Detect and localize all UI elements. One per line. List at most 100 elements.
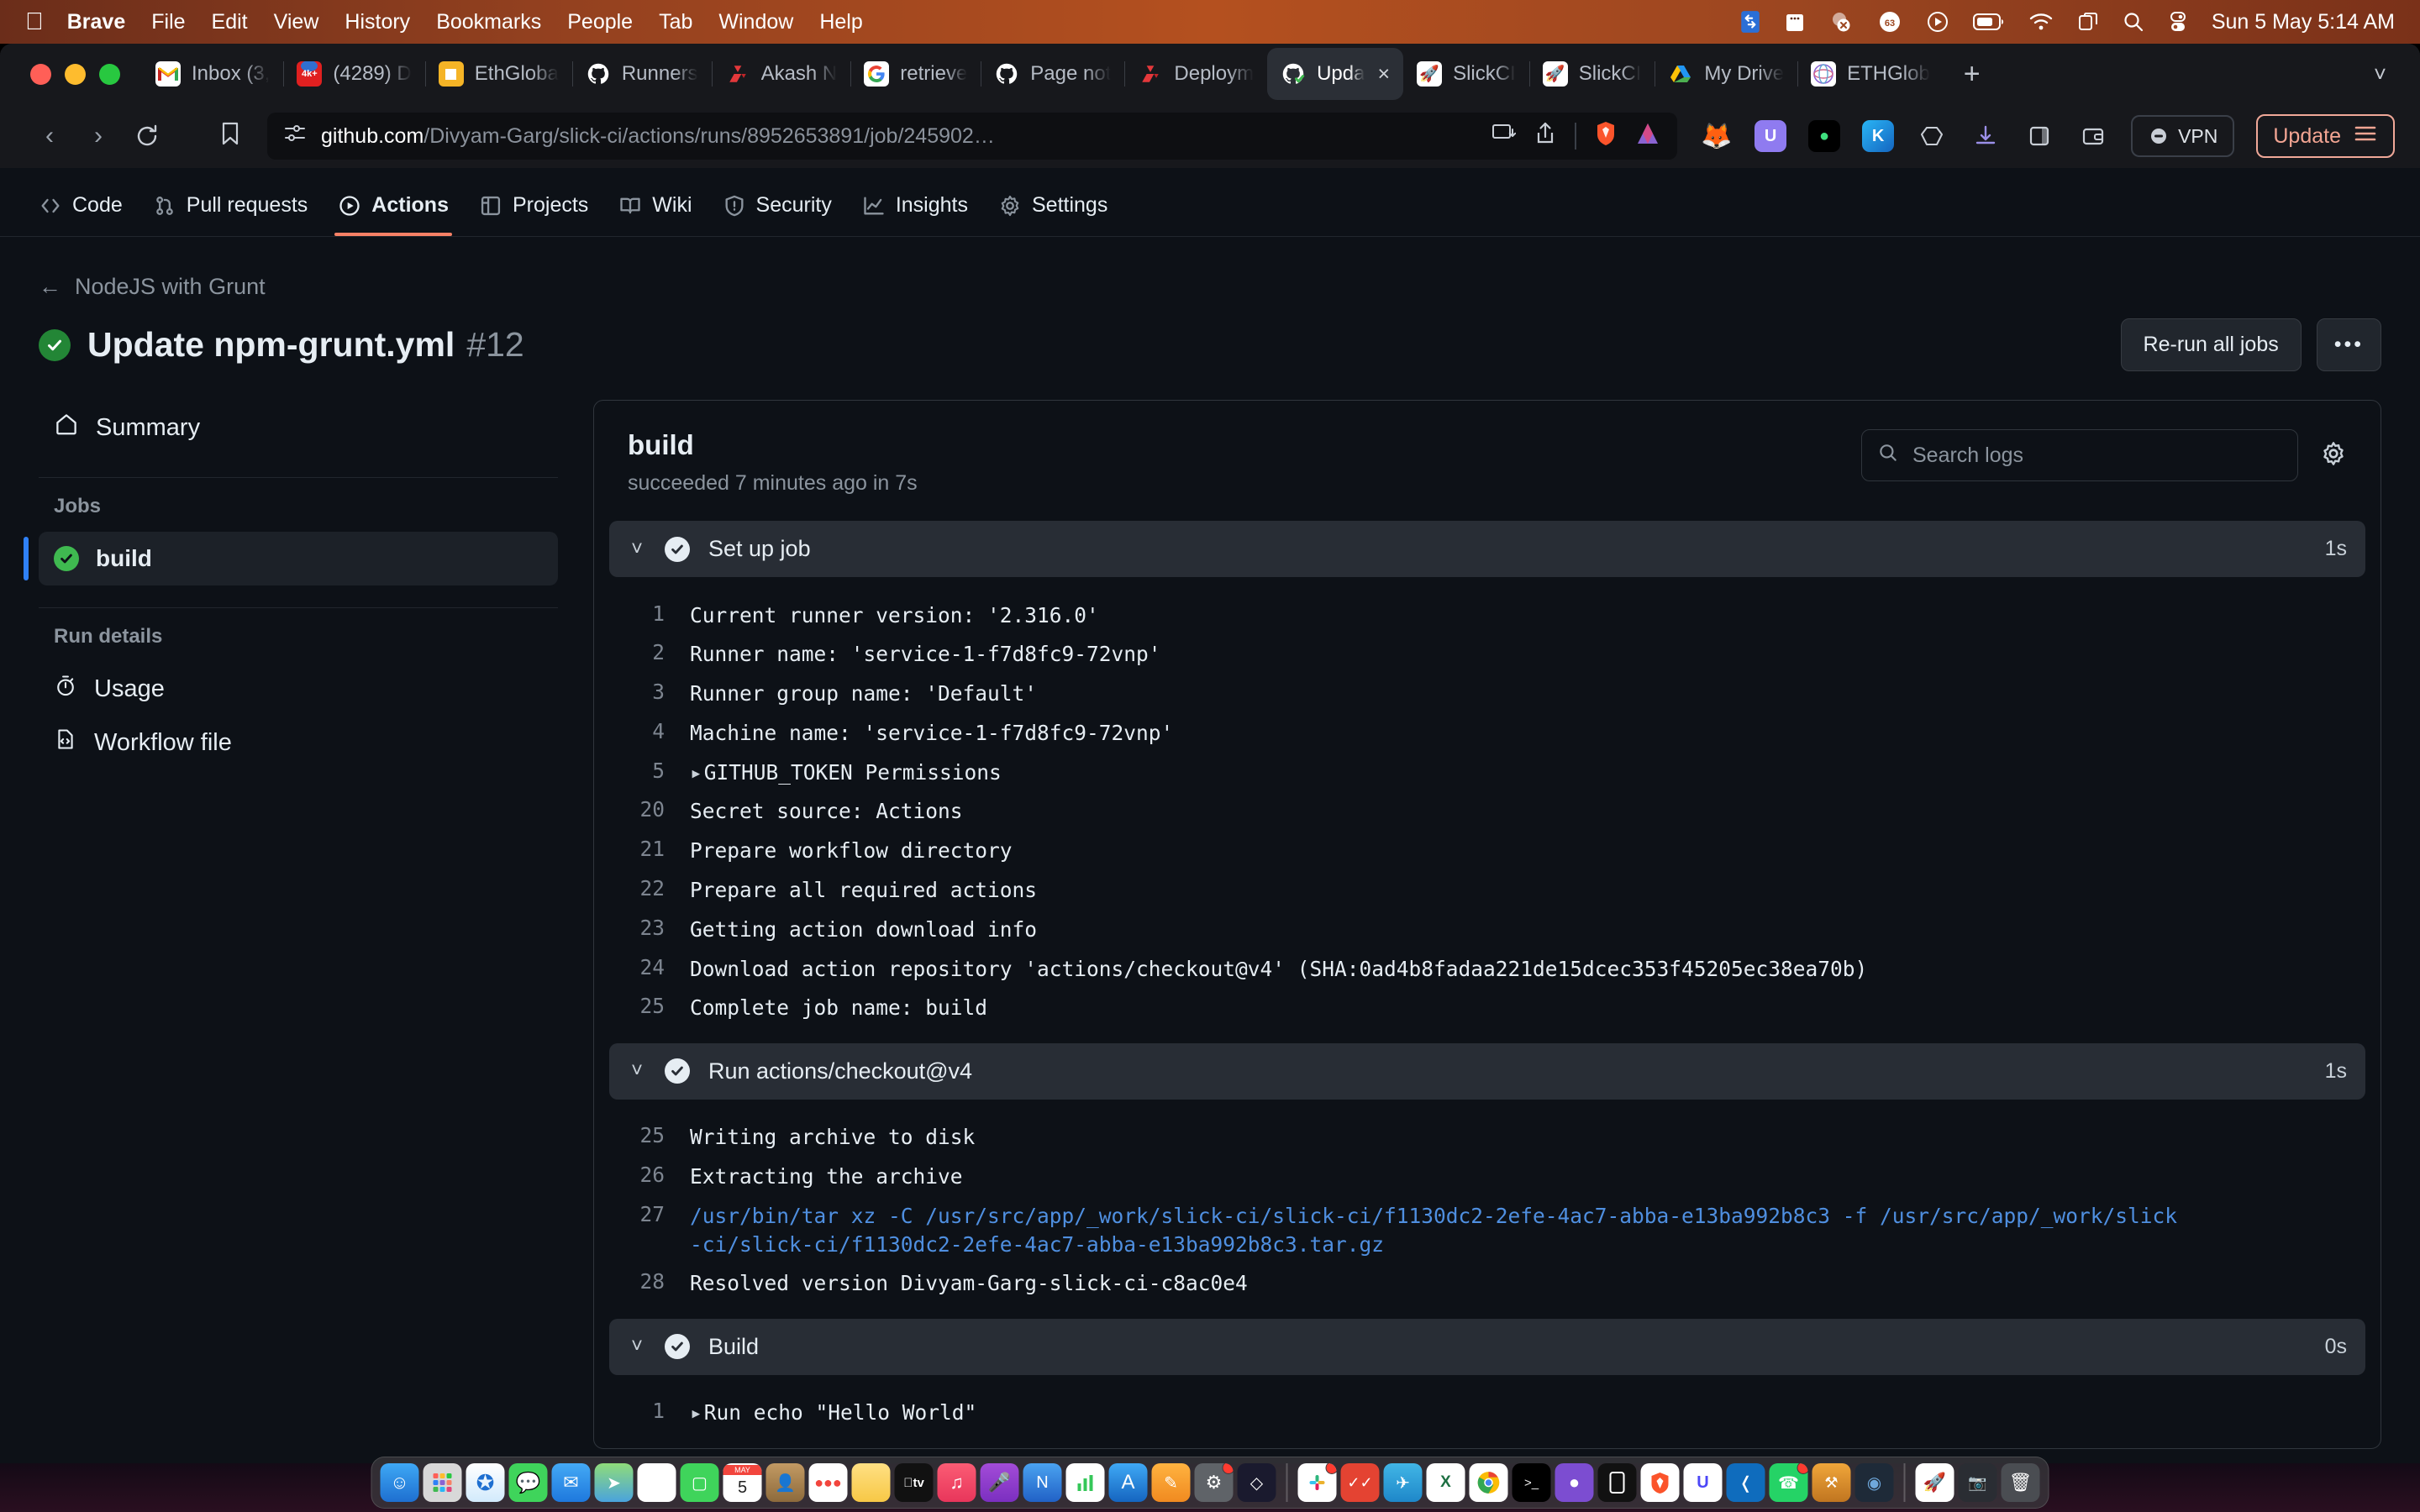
menubar-item-help[interactable]: Help (819, 10, 862, 34)
numbers-icon[interactable] (1065, 1463, 1105, 1502)
menubar-item-tab[interactable]: Tab (659, 10, 692, 34)
rerun-all-jobs-button[interactable]: Re-run all jobs (2120, 318, 2302, 371)
repo-nav-projects[interactable]: Projects (464, 193, 603, 236)
log-step-header[interactable]: ˅ Build 0s (609, 1318, 2365, 1375)
brave-icon[interactable] (1640, 1463, 1680, 1502)
brave-shields-icon[interactable] (1595, 120, 1617, 153)
sidebar-icon[interactable] (2023, 120, 2055, 152)
cast-icon[interactable] (1491, 122, 1517, 151)
vscode-icon[interactable]: ❬ (1726, 1463, 1765, 1502)
excel-icon[interactable]: X (1426, 1463, 1465, 1502)
battery-percent-63-icon[interactable]: 63 (1877, 10, 1902, 34)
facetime-icon[interactable]: ▢ (680, 1463, 719, 1502)
repo-nav-actions[interactable]: Actions (323, 193, 464, 236)
menubar-item-window[interactable]: Window (718, 10, 793, 34)
metamask-icon[interactable]: 🦊 (1701, 120, 1733, 152)
keynote-icon[interactable]: ◇ (1237, 1463, 1276, 1502)
browser-tab-my-drive[interactable]: My Drive (1655, 48, 1797, 100)
wifi-icon[interactable] (2028, 12, 2054, 32)
menubar-item-edit[interactable]: Edit (212, 10, 248, 34)
github-icon[interactable]: ● (1555, 1463, 1594, 1502)
phantom-icon[interactable]: ● (1808, 120, 1841, 152)
battery-icon[interactable] (1972, 12, 2005, 32)
settings-icon[interactable]: ⚙ (1194, 1463, 1234, 1502)
appletv-icon[interactable]: tv (894, 1463, 934, 1502)
keplr-icon[interactable]: K (1862, 120, 1895, 152)
close-tab-button[interactable]: × (1377, 62, 1390, 87)
back-arrow-icon[interactable]: ‹ (25, 112, 74, 160)
browser-tab-akash[interactable]: Akash N (711, 48, 851, 100)
terminal-icon[interactable]: >_ (1512, 1463, 1551, 1502)
chevron-down-icon[interactable]: ˅ (628, 538, 646, 561)
more-options-button[interactable]: ••• (2316, 318, 2381, 371)
log-step-header[interactable]: ˅ Run actions/checkout@v4 1s (609, 1042, 2365, 1100)
messages-icon[interactable]: 💬 (508, 1463, 548, 1502)
spotlight-search-icon[interactable] (2123, 11, 2144, 33)
do-not-disturb-icon[interactable] (1828, 10, 1854, 34)
browser-tab-slickci-2[interactable]: 🚀 SlickCI (1528, 48, 1655, 100)
repo-nav-code[interactable]: Code (24, 193, 138, 236)
bookmark-icon[interactable] (218, 120, 242, 153)
browser-tab-youtube[interactable]: 4k+ (4289) D (283, 48, 424, 100)
sidebar-item-job-build[interactable]: build (24, 532, 558, 585)
notes-icon[interactable] (851, 1463, 891, 1502)
chrome-icon[interactable] (1469, 1463, 1508, 1502)
finder-icon[interactable]: ☺ (380, 1463, 419, 1502)
screenshot-icon[interactable]: 📷 (1958, 1463, 1997, 1502)
menubar-item-history[interactable]: History (345, 10, 410, 34)
reload-icon[interactable] (123, 112, 171, 160)
browser-tab-ethglobal[interactable]: EthGloba (424, 48, 572, 100)
log-step-header[interactable]: ˅ Set up job 1s (609, 521, 2365, 577)
calendar-icon[interactable]: MAY 5 (723, 1463, 762, 1502)
chevron-down-icon[interactable]: ˅ (628, 1059, 646, 1083)
menubar-item-brave[interactable]: Brave (67, 10, 126, 34)
repo-nav-security[interactable]: Security (708, 193, 847, 236)
menubar-item-view[interactable]: View (274, 10, 319, 34)
unstoppable-icon[interactable]: U (1683, 1463, 1723, 1502)
address-bar[interactable]: github.com/Divyam-Garg/slick-ci/actions/… (267, 113, 1678, 160)
telegram-icon[interactable]: ✈ (1383, 1463, 1423, 1502)
appstore-icon[interactable]: A (1108, 1463, 1148, 1502)
update-button[interactable]: Update (2256, 114, 2395, 158)
notes-icon[interactable] (1785, 11, 1805, 33)
minimize-window-button[interactable] (65, 63, 86, 85)
tune-icon[interactable] (284, 123, 306, 150)
forward-arrow-icon[interactable]: › (74, 112, 123, 160)
chevron-down-icon[interactable]: ˅ (628, 1335, 646, 1358)
repo-nav-wiki[interactable]: Wiki (603, 193, 707, 236)
menubar-clock[interactable]: Sun 5 May 5:14 AM (2212, 10, 2395, 34)
playback-icon[interactable] (1926, 10, 1949, 34)
browser-tab-ethglobal-2[interactable]: ETHGlob (1797, 48, 1944, 100)
wallet-icon[interactable] (2077, 120, 2109, 152)
trash-icon[interactable]: 🗑 (2001, 1463, 2040, 1502)
postman-icon[interactable]: ◉ (1854, 1463, 1894, 1502)
share-icon[interactable] (1534, 121, 1556, 152)
podcasts-icon[interactable]: 🎤 (980, 1463, 1019, 1502)
window-switcher-icon[interactable] (2077, 11, 2099, 33)
window-traffic-lights[interactable] (12, 63, 142, 85)
downloads-icon[interactable] (1970, 120, 2002, 152)
log-settings-gear-icon[interactable] (2320, 440, 2347, 471)
maps-icon[interactable]: ➤ (594, 1463, 634, 1502)
control-center-icon[interactable] (2168, 11, 2188, 33)
sidebar-item-usage[interactable]: Usage (39, 662, 558, 716)
sidebar-item-summary[interactable]: Summary (39, 400, 558, 455)
repo-nav-settings[interactable]: Settings (983, 193, 1123, 236)
browser-tab-page-not-found[interactable]: Page not (981, 48, 1124, 100)
photos-icon[interactable]: ❄ (637, 1463, 676, 1502)
screen-mirroring-icon[interactable] (1739, 10, 1761, 34)
news-icon[interactable]: N (1023, 1463, 1062, 1502)
hamburger-menu-icon[interactable] (2353, 123, 2378, 150)
triangle-right-icon[interactable]: ▸ (690, 1400, 702, 1425)
whatsapp-icon[interactable]: ☎ (1769, 1463, 1808, 1502)
sidebar-item-workflow-file[interactable]: Workflow file (39, 716, 558, 769)
slack-icon[interactable] (1297, 1463, 1337, 1502)
browser-tab-slickci-1[interactable]: 🚀 SlickCI (1403, 48, 1529, 100)
finder-window-icon[interactable]: 🚀 (1915, 1463, 1954, 1502)
menubar-item-file[interactable]: File (151, 10, 185, 34)
search-logs-box[interactable]: Search logs (1861, 429, 2298, 481)
workflow-back-link[interactable]: ← NodeJS with Grunt (39, 274, 2381, 300)
apple-logo-icon[interactable]:  (25, 9, 44, 34)
unstoppable-icon[interactable]: U (1754, 120, 1787, 152)
log-line-collapsible[interactable]: 5 ▸GITHUB_TOKEN Permissions (609, 753, 2365, 792)
